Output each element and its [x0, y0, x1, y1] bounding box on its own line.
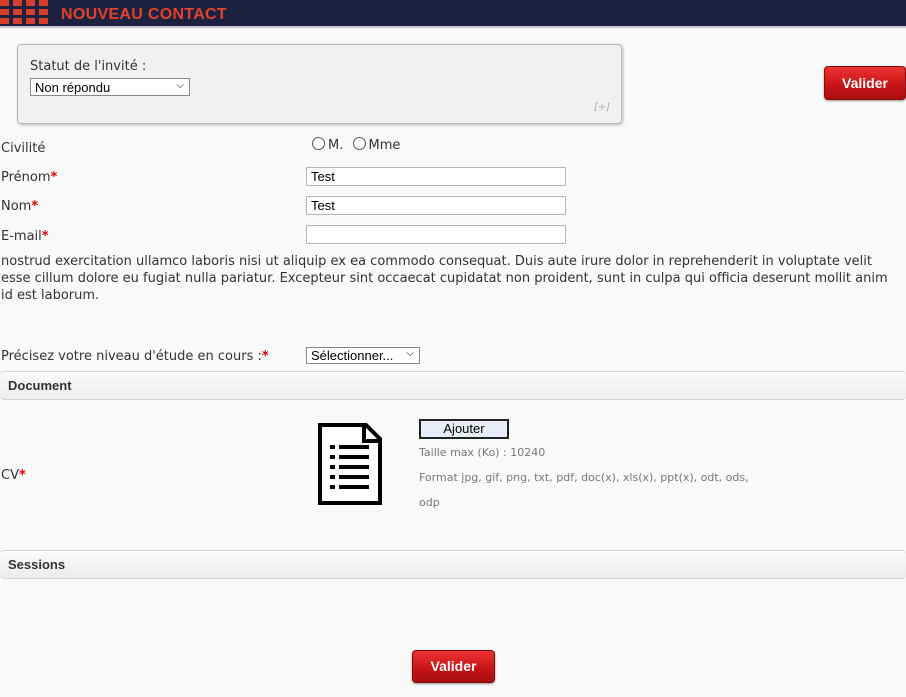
radio-m-label: M. [328, 138, 344, 153]
ajouter-button[interactable]: Ajouter [419, 419, 509, 439]
email-input[interactable] [306, 225, 566, 244]
prenom-label: Prénom* [1, 170, 58, 185]
niveau-label: Précisez votre niveau d'étude en cours :… [1, 349, 269, 364]
status-select[interactable]: Non répondu ⌵ [30, 78, 190, 96]
radio-mme-label: Mme [368, 138, 401, 153]
section-document: Document [0, 371, 906, 400]
niveau-select[interactable]: Sélectionner... ⌵ [306, 347, 420, 364]
chevron-down-icon: ⌵ [406, 348, 414, 359]
prenom-input[interactable]: Test [306, 167, 566, 186]
niveau-selected-value: Sélectionner... [311, 348, 394, 363]
page-title: NOUVEAU CONTACT [61, 6, 227, 23]
civilite-radio-group: M. Mme [312, 137, 400, 153]
section-sessions: Sessions [0, 550, 906, 579]
formats-info-line1: Format jpg, gif, png, txt, pdf, doc(x), … [419, 471, 749, 484]
status-selected-value: Non répondu [35, 80, 111, 95]
top-header: NOUVEAU CONTACT [0, 0, 906, 28]
max-size-info: Taille max (Ko) : 10240 [419, 446, 546, 459]
status-label: Statut de l'invité : [30, 59, 147, 74]
valider-button-bottom[interactable]: Valider [412, 650, 495, 683]
chevron-down-icon: ⌵ [176, 80, 184, 91]
civilite-label: Civilité [1, 141, 46, 156]
expand-link[interactable]: [+] [594, 102, 610, 113]
email-label: E-mail* [1, 229, 49, 244]
cv-label: CV* [1, 468, 26, 483]
status-panel: Statut de l'invité : Non répondu ⌵ [+] [17, 44, 622, 124]
radio-m[interactable] [312, 137, 325, 150]
formats-info-line2: odp [419, 496, 440, 509]
radio-mme[interactable] [352, 137, 366, 150]
valider-button-top[interactable]: Valider [824, 66, 906, 100]
nom-label: Nom* [1, 199, 39, 214]
description-paragraph: nostrud exercitation ullamco laboris nis… [1, 254, 888, 303]
document-icon [318, 423, 382, 505]
logo-squares-icon [0, 0, 50, 24]
nom-input[interactable]: Test [306, 196, 566, 215]
